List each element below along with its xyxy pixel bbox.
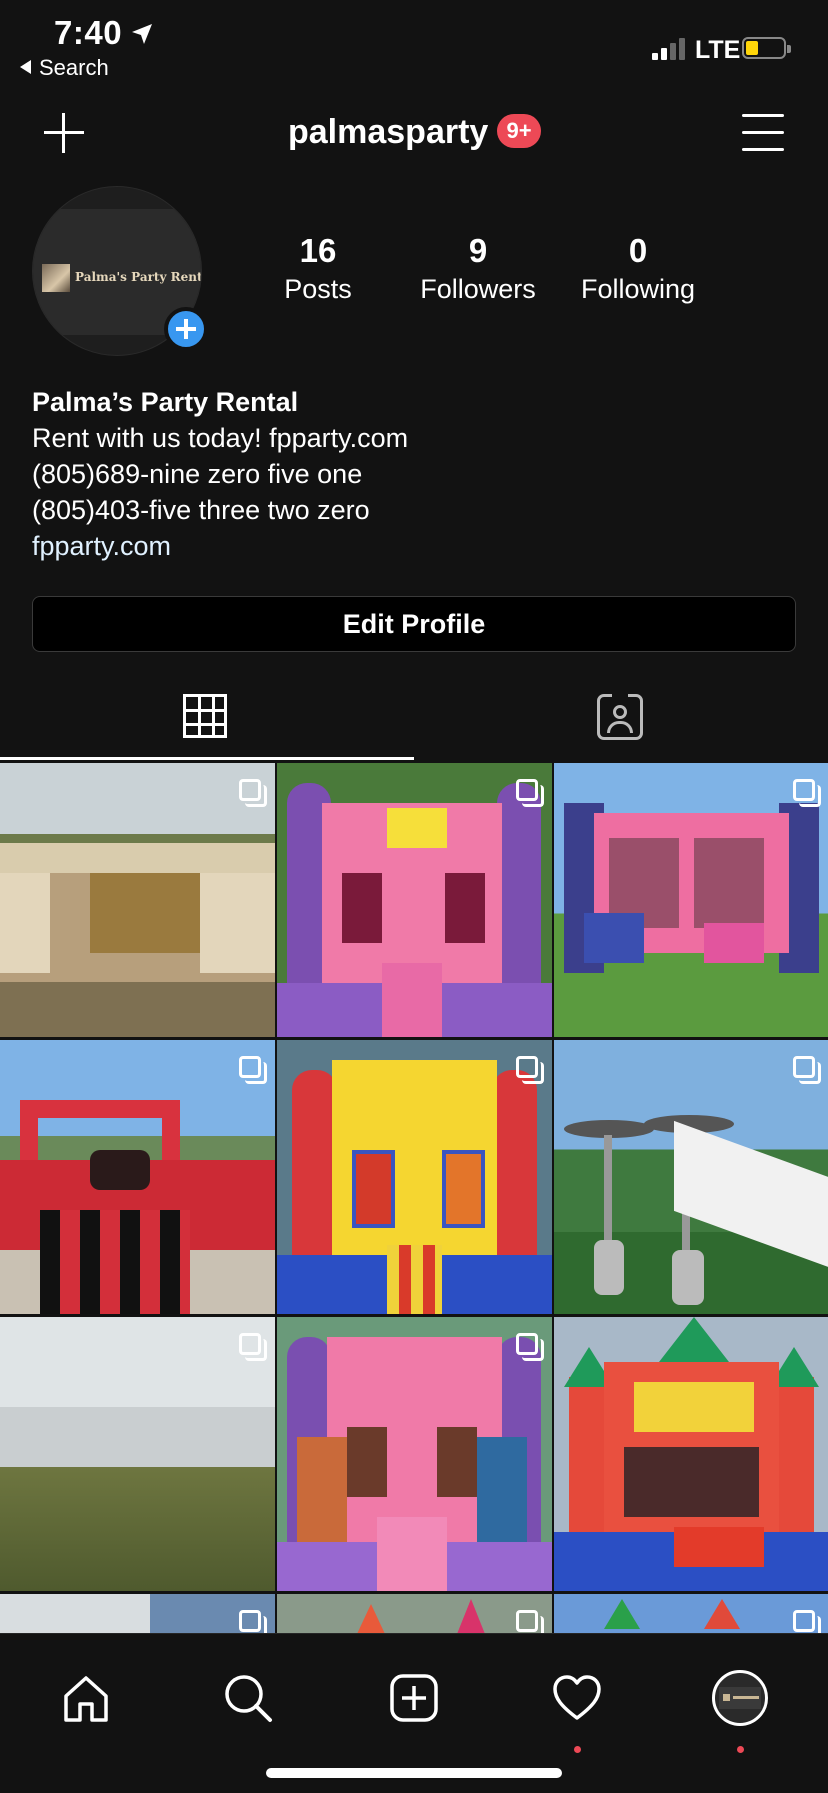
post-thumbnail[interactable]: [277, 1040, 552, 1314]
edit-profile-button[interactable]: Edit Profile: [32, 596, 796, 652]
home-indicator: [266, 1768, 562, 1778]
multiple-photos-icon: [516, 1610, 544, 1633]
add-post-icon[interactable]: [388, 1672, 440, 1724]
multiple-photos-icon: [516, 779, 544, 807]
posts-label: Posts: [284, 274, 352, 304]
tab-tagged[interactable]: [414, 680, 828, 760]
add-story-button[interactable]: [164, 307, 208, 351]
post-thumbnail[interactable]: [277, 1317, 552, 1591]
posts-stat[interactable]: 16 Posts: [243, 232, 393, 305]
followers-stat[interactable]: 9 Followers: [403, 232, 553, 305]
followers-count: 9: [468, 232, 488, 269]
search-icon[interactable]: [222, 1672, 274, 1724]
followers-label: Followers: [420, 274, 536, 304]
back-to-search-label: Search: [39, 55, 109, 80]
post-thumbnail[interactable]: [554, 1317, 828, 1591]
multiple-photos-icon: [793, 779, 821, 807]
profile-tab-avatar[interactable]: [712, 1670, 768, 1726]
multiple-photos-icon: [793, 1056, 821, 1084]
logo-icon: [42, 264, 70, 292]
bio-line: (805)689-nine zero five one: [32, 459, 363, 489]
multiple-photos-icon: [239, 1333, 267, 1361]
post-thumbnail[interactable]: [277, 763, 552, 1037]
profile-username[interactable]: palmasparty: [288, 113, 488, 152]
multiple-photos-icon: [239, 1056, 267, 1084]
multiple-photos-icon: [793, 1610, 821, 1633]
profile-bio: Palma’s Party Rental Rent with us today!…: [32, 384, 792, 564]
posts-grid: [0, 763, 828, 1633]
avatar-logo-text: Palma's Party Rental: [75, 270, 202, 284]
notification-badge[interactable]: 9+: [497, 114, 541, 148]
following-count: 0: [628, 232, 648, 269]
bio-line: (805)403-five three two zero: [32, 495, 370, 525]
multiple-photos-icon: [516, 1333, 544, 1361]
following-label: Following: [580, 274, 696, 304]
back-to-search-link[interactable]: Search: [20, 55, 109, 81]
post-thumbnail[interactable]: [0, 1594, 275, 1633]
create-plus-button[interactable]: [42, 111, 86, 155]
hamburger-menu-button[interactable]: [742, 112, 784, 152]
post-thumbnail[interactable]: [554, 763, 828, 1037]
back-triangle-icon: [20, 60, 31, 74]
post-thumbnail[interactable]: [554, 1594, 828, 1633]
activity-notification-dot: [574, 1746, 581, 1753]
tagged-icon: [597, 691, 643, 740]
multiple-photos-icon: [239, 1610, 267, 1633]
network-type: LTE: [695, 36, 741, 64]
post-thumbnail[interactable]: [0, 1317, 275, 1591]
post-thumbnail[interactable]: [277, 1594, 552, 1633]
post-thumbnail[interactable]: [0, 1040, 275, 1314]
status-time: 7:40: [54, 14, 123, 51]
profile-header: palmasparty 9+: [0, 95, 828, 171]
home-icon[interactable]: [60, 1672, 112, 1724]
posts-count: 16: [299, 232, 337, 269]
heart-icon[interactable]: [551, 1672, 603, 1724]
following-stat[interactable]: 0 Following: [563, 232, 713, 305]
post-thumbnail[interactable]: [0, 763, 275, 1037]
tab-grid[interactable]: [0, 680, 414, 760]
signal-icon: [652, 36, 688, 60]
post-thumbnail[interactable]: [554, 1040, 828, 1314]
multiple-photos-icon: [516, 1056, 544, 1084]
bio-line: Rent with us today! fpparty.com: [32, 423, 409, 453]
battery-icon: [742, 37, 791, 59]
profile-notification-dot: [737, 1746, 744, 1753]
profile-display-name: Palma’s Party Rental: [32, 387, 299, 417]
status-bar: 7:40 Search LTE: [0, 0, 828, 90]
multiple-photos-icon: [239, 779, 267, 807]
website-link[interactable]: fpparty.com: [32, 528, 792, 564]
grid-icon: [183, 694, 227, 738]
location-arrow-icon: [132, 24, 152, 44]
